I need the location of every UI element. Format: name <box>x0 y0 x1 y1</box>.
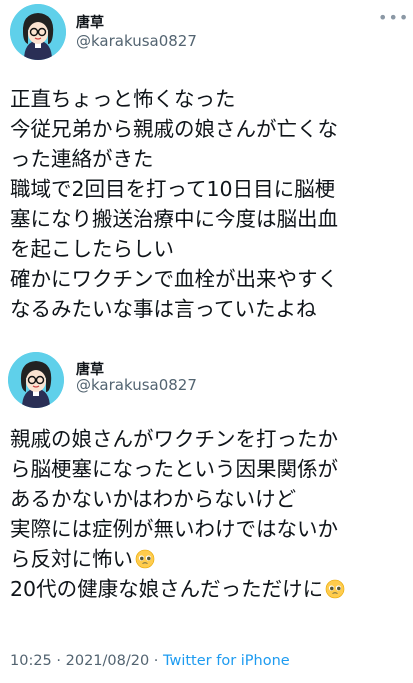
author-handle[interactable]: @karakusa0827 <box>76 32 197 50</box>
tweet-line: った連絡がきた <box>10 147 154 171</box>
more-horizontal-icon[interactable]: ••• <box>378 8 409 27</box>
author-name[interactable]: 唐草 <box>76 12 104 32</box>
tweet-line-with-emoji: ら反対に怖い <box>10 544 345 574</box>
tweet-line: 確かにワクチンで血栓が出来やすく <box>10 267 338 291</box>
tweet-line: 20代の健康な娘さんだっただけに <box>10 577 324 601</box>
tweet-line: あるかないかはわからないけど <box>10 487 297 511</box>
tweet-line-with-emoji: 20代の健康な娘さんだっただけに <box>10 574 345 604</box>
tweet-line: ら脳梗塞になったという因果関係が <box>10 457 338 481</box>
pleading-face-icon <box>325 577 345 607</box>
tweet-2: 唐草 @karakusa0827 親戚の娘さんがワクチンを打ったか ら脳梗塞にな… <box>0 350 413 683</box>
tweet-line: なるみたいな事は言っていたよね <box>10 297 317 321</box>
timestamp[interactable]: 10:25 · 2021/08/20 · <box>10 653 163 669</box>
tweet-line: ら反対に怖い <box>10 547 133 571</box>
tweet-line: 今従兄弟から親戚の娘さんが亡くな <box>10 117 338 141</box>
author-handle[interactable]: @karakusa0827 <box>76 376 197 394</box>
tweet-1: 唐草 @karakusa0827 ••• 正直ちょっと怖くなった 今従兄弟から親… <box>0 0 413 350</box>
tweet-text: 親戚の娘さんがワクチンを打ったか ら脳梗塞になったという因果関係が あるかないか… <box>10 424 345 604</box>
avatar[interactable] <box>8 352 64 408</box>
tweet-line: 塞になり搬送治療中に今度は脳出血 <box>10 207 338 231</box>
tweet-line: を起こしたらしい <box>10 237 174 261</box>
avatar[interactable] <box>10 4 66 60</box>
tweet-line: 正直ちょっと怖くなった <box>10 87 236 111</box>
tweet-text: 正直ちょっと怖くなった 今従兄弟から親戚の娘さんが亡くな った連絡がきた 職域で… <box>10 84 338 324</box>
tweet-line: 職域で2回目を打って10日目に脳梗 <box>10 177 336 201</box>
source-link[interactable]: Twitter for iPhone <box>163 653 290 669</box>
tweet-line: 実際には症例が無いわけではないか <box>10 517 338 541</box>
tweet-meta: 10:25 · 2021/08/20 · Twitter for iPhone <box>10 653 290 669</box>
pleading-face-icon <box>135 547 155 577</box>
tweet-line: 親戚の娘さんがワクチンを打ったか <box>10 427 338 451</box>
